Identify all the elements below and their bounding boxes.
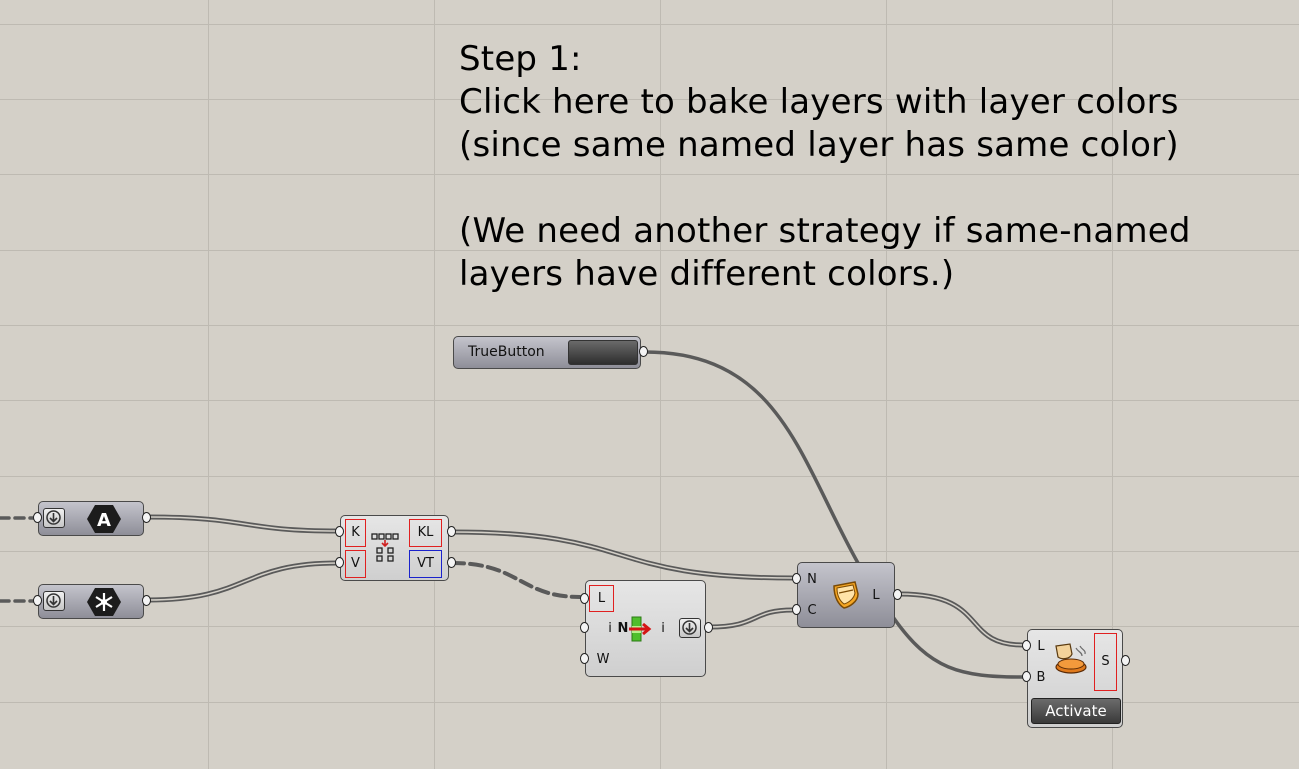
input-label-c: C [807,603,817,618]
output-grip[interactable] [142,512,151,523]
note-line [459,167,1191,210]
bake-pie-icon [1055,643,1087,674]
wire [706,607,796,630]
input-grip-k[interactable] [335,526,344,537]
input-grip-l[interactable] [1022,640,1031,651]
layer-shield-icon [833,581,859,609]
activate-button[interactable]: Activate [1031,698,1121,724]
input-label-b: B [1036,670,1046,685]
input-label-w: W [596,652,610,667]
output-grip-kl[interactable] [447,526,456,537]
output-grip-s[interactable] [1121,655,1130,666]
output-grip[interactable] [639,346,648,357]
true-button-component[interactable]: TrueButton [453,336,641,369]
text-param-component[interactable]: A [38,501,144,536]
true-button-face[interactable] [568,340,638,365]
note-line: layers have different colors.) [459,254,955,294]
instruction-note: Step 1: Click here to bake layers with l… [459,38,1191,296]
geometry-hex-icon [87,588,121,616]
input-label-k: K [351,525,360,540]
bake-component[interactable]: L B S Activate [1027,629,1123,728]
note-line: (We need another strategy if same-named [459,211,1191,251]
input-label-l: L [1037,639,1045,654]
geometry-param-component[interactable] [38,584,144,619]
input-label-v: V [351,556,360,571]
input-grip-v[interactable] [335,557,344,568]
arrow-down-icon[interactable] [43,508,65,528]
svg-text:A: A [97,510,111,531]
input-label-i: i [608,621,612,636]
input-label-l: L [597,591,606,606]
letter-a-hex-icon: A [87,505,121,533]
output-grip[interactable] [142,595,151,606]
arrow-down-icon[interactable] [43,591,65,611]
input-grip[interactable] [33,595,42,606]
output-grip-l[interactable] [893,589,902,600]
input-grip-c[interactable] [792,604,801,615]
note-line: (since same named layer has same color) [459,125,1179,165]
note-line: Click here to bake layers with layer col… [459,82,1179,122]
input-grip-i[interactable] [580,622,589,633]
sift-pattern-icon [371,533,399,562]
wire [897,591,1026,648]
true-button-label: TrueButton [468,344,545,360]
output-label-s: S [1101,654,1110,669]
wire [643,350,860,565]
input-grip-b[interactable] [1022,671,1031,682]
output-grip-vt[interactable] [447,557,456,568]
wire [891,615,1025,679]
input-label-n: N [807,572,817,587]
list-item-icon [629,616,652,642]
list-item-component[interactable]: L i W N i [585,580,706,677]
output-label-i: i [661,621,665,636]
arrow-down-icon[interactable] [679,618,701,638]
input-grip-w[interactable] [580,653,589,664]
input-grip[interactable] [33,512,42,523]
note-line: Step 1: [459,39,582,79]
input-grip-n[interactable] [792,573,801,584]
sift-component[interactable]: K V KL VT [340,515,449,581]
wire-dashed [450,561,582,599]
grasshopper-canvas[interactable]: Step 1: Click here to bake layers with l… [0,0,1299,769]
output-label-vt: VT [417,556,434,571]
output-grip-i[interactable] [704,622,713,633]
output-label-kl: KL [417,525,434,540]
input-grip-l[interactable] [580,593,589,604]
output-label-l: L [872,588,880,603]
layer-component[interactable]: N C L [797,562,895,628]
